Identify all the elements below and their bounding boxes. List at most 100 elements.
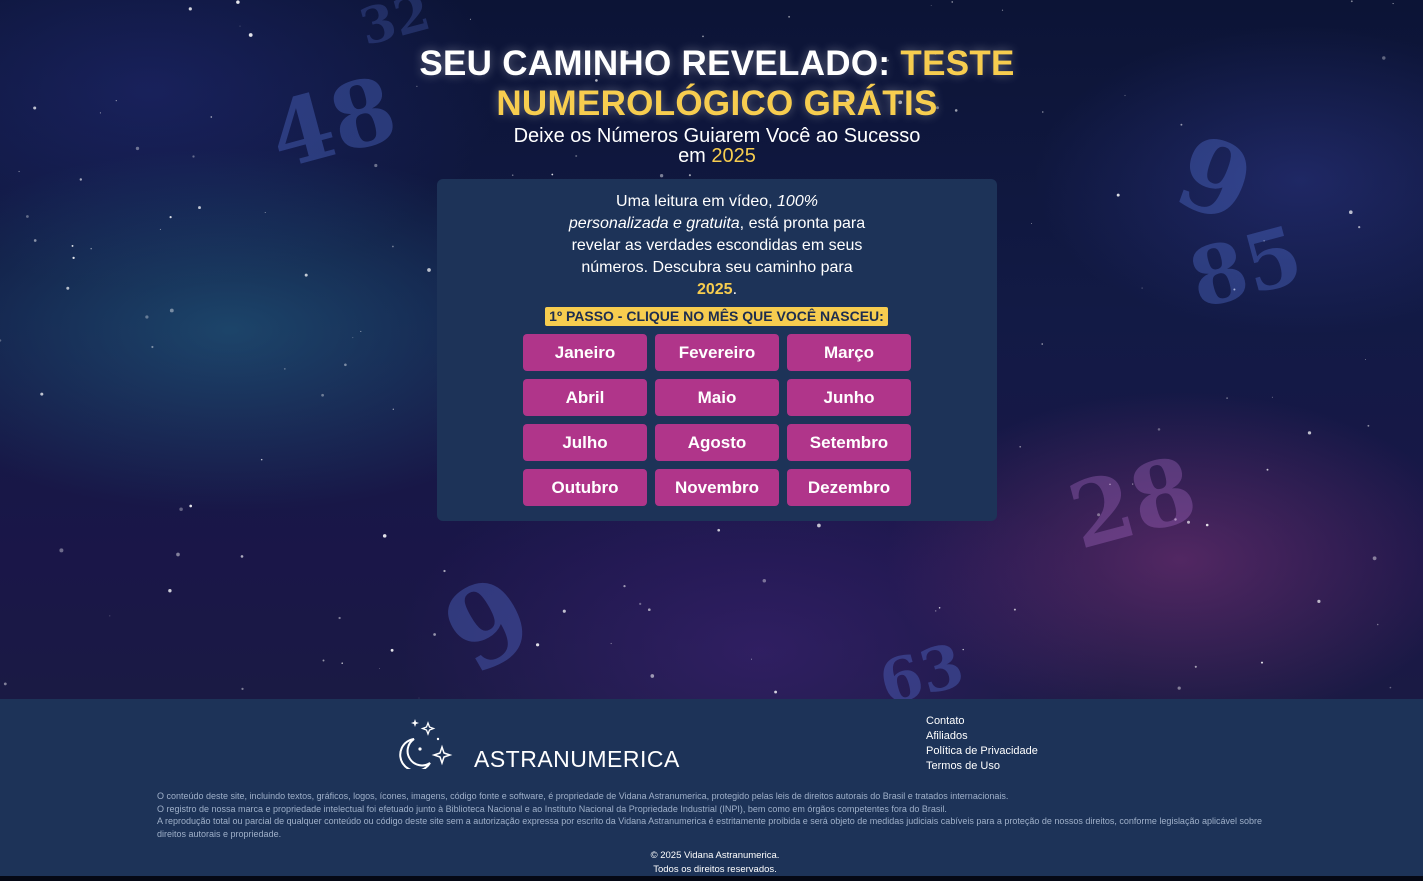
star-dot xyxy=(639,602,642,606)
star-dot xyxy=(198,206,201,210)
star-dot xyxy=(1177,686,1181,690)
star-dot xyxy=(176,552,180,557)
star-dot xyxy=(99,112,101,114)
star-dot xyxy=(168,589,172,593)
star-dot xyxy=(938,607,941,609)
month-button-outubro[interactable]: Outubro xyxy=(523,469,647,506)
star-dot xyxy=(240,555,244,558)
star-dot xyxy=(469,18,471,20)
star-dot xyxy=(1194,665,1197,668)
star-dot xyxy=(33,239,37,242)
star-dot xyxy=(115,99,117,102)
star-dot xyxy=(762,578,767,583)
star-dot xyxy=(610,642,612,645)
star-dot xyxy=(0,339,2,342)
headline-white-text: SEU CAMINHO REVELADO: xyxy=(419,44,891,83)
star-dot xyxy=(159,228,161,230)
star-dot xyxy=(1001,9,1004,11)
star-dot xyxy=(189,504,193,508)
star-dot xyxy=(1260,661,1264,664)
footer-logo[interactable]: ASTRANUMERICA xyxy=(390,717,690,772)
copyright-line: © 2025 Vidana Astranumerica. xyxy=(650,850,780,861)
star-dot xyxy=(659,174,664,178)
star-dot xyxy=(322,659,325,662)
star-dot xyxy=(1389,686,1392,689)
month-button-maio[interactable]: Maio xyxy=(655,379,779,416)
star-dot xyxy=(192,155,195,158)
month-button-setembro[interactable]: Setembro xyxy=(787,424,911,461)
star-dot xyxy=(382,534,387,538)
month-button-junho[interactable]: Junho xyxy=(787,379,911,416)
star-dot xyxy=(962,648,964,651)
star-dot xyxy=(1031,223,1032,225)
month-button-dezembro[interactable]: Dezembro xyxy=(787,469,911,506)
star-dot xyxy=(1019,445,1022,448)
star-dot xyxy=(1205,523,1209,527)
star-dot xyxy=(511,174,514,176)
star-dot xyxy=(260,458,263,461)
star-dot xyxy=(1307,431,1312,435)
star-dot xyxy=(930,4,932,6)
footer-link-termos[interactable]: Termos de Uso xyxy=(926,759,1038,774)
month-button-novembro[interactable]: Novembro xyxy=(655,469,779,506)
star-dot xyxy=(338,616,341,620)
star-dot xyxy=(623,584,626,588)
star-dot xyxy=(248,33,253,37)
star-dot xyxy=(1271,396,1273,398)
month-button-marco[interactable]: Março xyxy=(787,334,911,371)
star-dot xyxy=(109,615,111,617)
star-dot xyxy=(1266,468,1269,471)
star-dot xyxy=(1317,599,1321,604)
star-dot xyxy=(241,687,244,691)
star-dot xyxy=(304,273,308,277)
star-dot xyxy=(1180,123,1183,126)
star-dot xyxy=(321,393,324,397)
star-dot xyxy=(264,212,266,213)
copyright-notice: © 2025 Vidana Astranumerica. Todos os di… xyxy=(600,849,830,877)
star-dot xyxy=(1226,397,1228,399)
star-dot xyxy=(179,507,183,511)
star-dot xyxy=(1013,608,1016,611)
subhead-line: Deixe os Números Guiarem Você ao Sucesso xyxy=(513,125,921,147)
month-button-julho[interactable]: Julho xyxy=(523,424,647,461)
legal-paragraph: O conteúdo deste site, incluindo textos,… xyxy=(157,791,1009,801)
star-dot xyxy=(1358,226,1361,229)
footer-link-privacidade[interactable]: Política de Privacidade xyxy=(926,744,1038,759)
star-dot xyxy=(360,330,362,332)
star-dot xyxy=(562,609,566,613)
star-dot xyxy=(3,682,7,686)
hero-section: 48 9 85 28 9 63 32 SEU CAMINHO REVELADO:… xyxy=(0,0,1423,699)
intro-end: . xyxy=(732,281,738,298)
star-dot xyxy=(647,608,651,612)
month-button-fevereiro[interactable]: Fevereiro xyxy=(655,334,779,371)
star-dot xyxy=(344,363,347,367)
star-dot xyxy=(26,215,29,218)
star-dot xyxy=(551,173,554,176)
month-button-abril[interactable]: Abril xyxy=(523,379,647,416)
star-dot xyxy=(283,368,286,370)
star-dot xyxy=(750,658,753,660)
star-dot xyxy=(391,245,394,248)
footer-link-afiliados[interactable]: Afiliados xyxy=(926,729,1038,744)
star-dot xyxy=(169,308,174,313)
intro-part-1: Uma leitura em vídeo, xyxy=(616,193,773,210)
star-dot xyxy=(1348,210,1353,215)
star-dot xyxy=(1367,424,1370,427)
legal-paragraph: O registro de nossa marca e propriedade … xyxy=(157,803,947,814)
intro-year: 2025 xyxy=(696,281,733,298)
star-dot xyxy=(40,392,44,396)
site-footer: ASTRANUMERICA Contato Afiliados Política… xyxy=(0,699,1423,876)
page-headline: SEU CAMINHO REVELADO: TESTE NUMEROLÓGICO… xyxy=(411,44,1023,124)
month-button-janeiro[interactable]: Janeiro xyxy=(523,334,647,371)
month-button-agosto[interactable]: Agosto xyxy=(655,424,779,461)
star-dot xyxy=(72,256,75,260)
footer-link-contato[interactable]: Contato xyxy=(926,714,1038,729)
star-dot xyxy=(433,633,436,636)
star-dot xyxy=(151,345,154,349)
star-dot xyxy=(688,174,691,177)
footer-links: Contato Afiliados Política de Privacidad… xyxy=(926,714,1038,774)
logo-wordmark: ASTRANUMERICA xyxy=(474,746,680,772)
star-dot xyxy=(352,337,354,339)
star-dot xyxy=(717,528,721,532)
star-dot xyxy=(188,7,192,11)
